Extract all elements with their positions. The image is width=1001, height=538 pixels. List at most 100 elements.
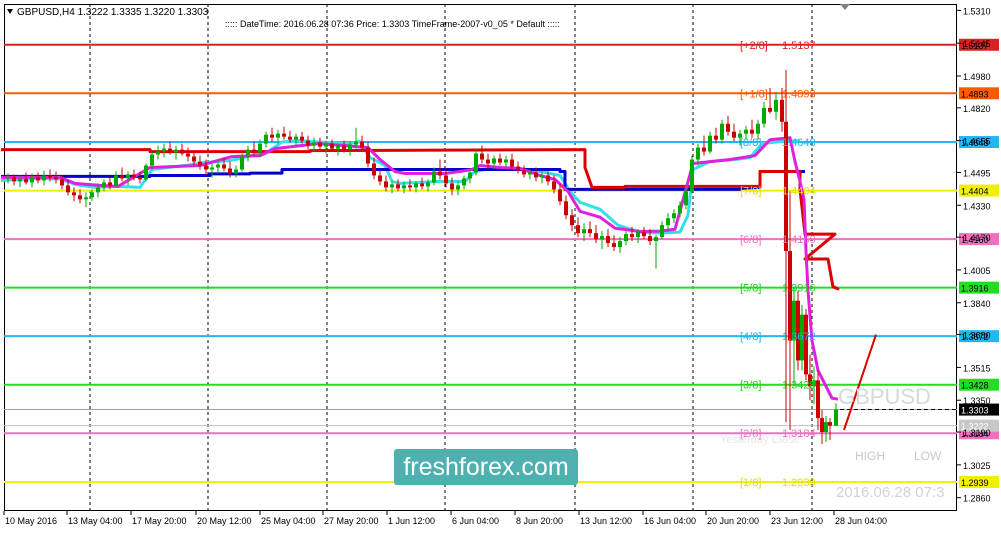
candle-body [246,149,250,157]
candle-body [60,179,64,186]
murray-level-label: [+2/8] [740,40,768,52]
candle-body [750,129,754,134]
candle-body [804,314,808,375]
candle-body [444,175,448,184]
candle-body [318,142,322,147]
candle-body [342,145,346,150]
candle-body [48,175,52,178]
y-tick-label: 1.3515 [963,363,991,373]
candle-body [564,201,568,216]
candle-body [788,251,792,341]
candle-body [708,135,712,152]
candle-body [570,215,574,226]
candle-body [6,177,10,179]
candle-body [222,164,226,169]
current-price-tag-label: 1.3303 [961,406,989,416]
candle-body [528,172,532,175]
candle-body [108,182,112,186]
candle-body [78,195,82,200]
candle-body [156,151,160,155]
candle-body [354,141,358,145]
murray-level-value: 1.4160 [782,234,816,246]
candle-body [498,158,502,163]
candle-body [462,178,466,186]
candle-body [426,182,430,187]
candle-body [648,236,652,242]
y-tick-label: 1.4005 [963,266,991,276]
price-tag-label: 1.2939 [961,478,989,488]
x-tick-label: 10 May 2016 [5,516,57,526]
candle-body [714,135,718,140]
candle-body [348,144,352,150]
candle-body [18,179,22,182]
candle-body [594,233,598,240]
candle-body [654,237,658,242]
y-tick-label: 1.3680 [963,331,991,341]
candle-body [504,159,508,163]
candle-body [684,191,688,206]
candle-body [402,185,406,189]
candle-body [12,177,16,182]
candle-body [660,225,664,238]
x-tick-label: 13 Jun 12:00 [580,516,632,526]
datetime-watermark: 2016.06.28 07:3 [836,484,944,501]
candle-body [276,133,280,138]
candle-body [672,213,676,219]
x-tick-label: 16 Jun 04:00 [644,516,696,526]
candle-body [828,422,832,426]
candle-body [816,380,820,419]
candle-body [306,140,310,146]
candle-body [42,175,46,181]
candle-body [534,172,538,178]
candle-body [576,225,580,234]
candle-body [468,172,472,179]
x-tick-label: 20 May 12:00 [197,516,252,526]
candle-body [144,165,148,180]
y-tick-label: 1.3840 [963,299,991,309]
murray-level-value: 1.5137 [782,40,816,52]
candle-body [258,143,262,153]
candle-body [450,183,454,190]
y-tick-label: 1.5145 [963,39,991,49]
candle-body [642,232,646,237]
y-tick-label: 1.4330 [963,201,991,211]
candle-body [618,241,622,248]
candle-body [726,123,730,132]
candle-body [324,143,328,147]
candle-body [636,232,640,238]
y-tick-label: 1.4495 [963,168,991,178]
price-tag-label: 1.4893 [961,89,989,99]
y-tick-label: 1.5310 [963,6,991,16]
candle-body [624,234,628,242]
murray-level-label: [5/8] [740,283,761,295]
candle-body [252,149,256,153]
candle-body [72,192,76,196]
y-tick-label: 1.3025 [963,461,991,471]
candle-body [168,148,172,153]
murray-level-value: 1.3428 [782,380,816,392]
chart-window[interactable]: 1.5137 1.4893 1.4648 1.4404 1.4160 1.3916 1.36… [0,0,1001,533]
candle-body [378,175,382,182]
x-tick-label: 1 Jun 12:00 [388,516,435,526]
candle-body [114,175,118,186]
murray-level-label: [8/8] [740,137,761,149]
candle-body [600,236,604,240]
candle-body [264,134,268,144]
candle-body [186,153,190,157]
candle-body [474,153,478,173]
candle-body [824,422,828,433]
candle-body [294,136,298,140]
y-tick-label: 1.3190 [963,428,991,438]
candle-body [150,154,154,166]
candle-body [768,107,772,112]
murray-level-label: [4/8] [740,331,761,343]
candle-body [756,123,760,134]
candle-body [312,142,316,146]
x-tick-label: 23 Jun 12:00 [771,516,823,526]
candle-body [396,184,400,189]
candle-body [330,143,334,149]
candle-body [102,182,106,188]
price-tag-label: 1.4404 [961,187,989,197]
candle-body [630,234,634,238]
x-tick-label: 6 Jun 04:00 [452,516,499,526]
